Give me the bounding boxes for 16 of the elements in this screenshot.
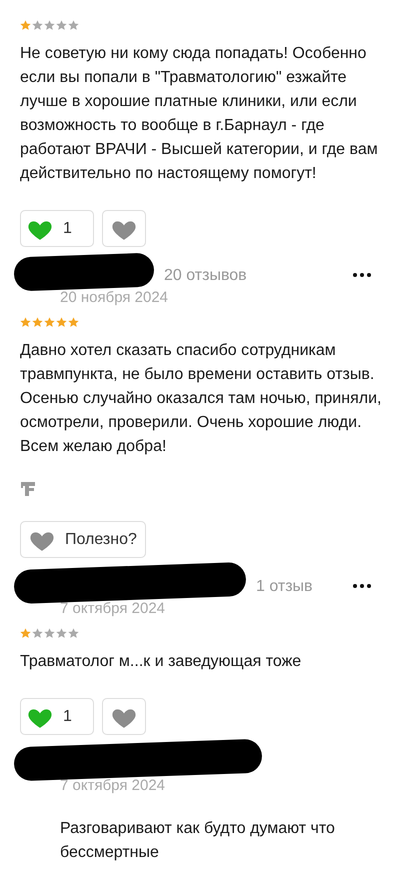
review-text: Травматолог м...к и заведующая тоже <box>20 652 302 672</box>
review-count: 1 отзыв <box>256 578 313 596</box>
review-text: Давно хотел сказать спасибо сотрудникам травмпункта, не было времени оставить отзыв. Осенью случайно оказался там ночью, приняли, осмотрели, проверили. Очень хорошие люди. Всем желаю добра! <box>20 341 382 457</box>
helpful-button[interactable]: Полезно? <box>20 521 146 558</box>
like-button[interactable]: 1 <box>20 210 94 247</box>
more-icon[interactable] <box>353 273 371 277</box>
more-icon[interactable] <box>353 584 371 588</box>
review-text: Разговаривают как будто думают что бессмертные <box>60 819 336 863</box>
like-button[interactable]: 1 <box>20 698 94 735</box>
review-count: 20 отзывов <box>164 267 247 285</box>
review-date: 7 октября 2024 <box>60 600 165 617</box>
review-date: 20 ноября 2024 <box>60 289 168 306</box>
review-text: Не советую ни кому сюда попадать! Особенно если вы попали в "Травматологию" езжайте лучше в хорошие платные клиники, или если возможность то вообще в г.Барнаул - где работают ВРАЧИ - Высшей категории, и где вам действительно по настоящему помогут! <box>20 44 379 184</box>
review-date: 7 октября 2024 <box>60 777 165 794</box>
dislike-button[interactable] <box>102 698 146 735</box>
dislike-button[interactable] <box>102 210 146 247</box>
